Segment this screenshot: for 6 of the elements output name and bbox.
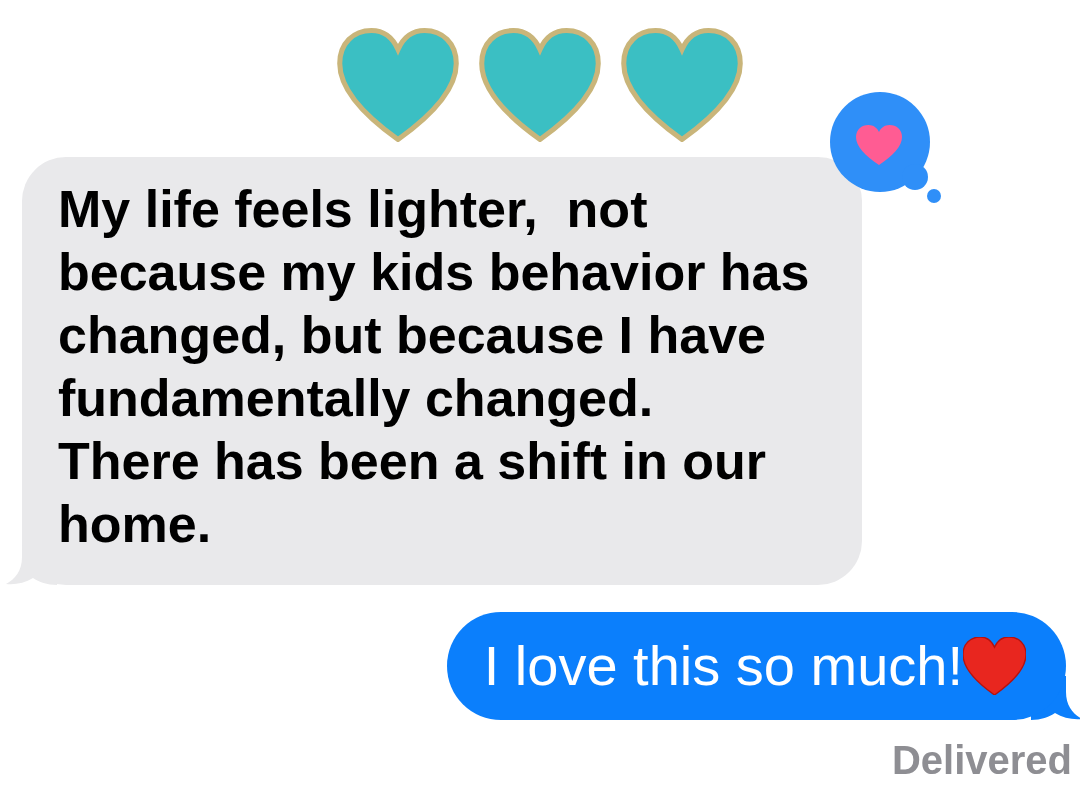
heart-icon [479, 28, 601, 142]
heart-icon [621, 28, 743, 142]
heart-icon [337, 28, 459, 142]
message-text: I love this so much! [483, 638, 963, 694]
message-text: My life feels lighter, not because my kids behavior has changed, but because I have fundamentally changed. There has been a shift in our home. [58, 179, 811, 555]
delivery-status: Delivered [891, 740, 1072, 780]
